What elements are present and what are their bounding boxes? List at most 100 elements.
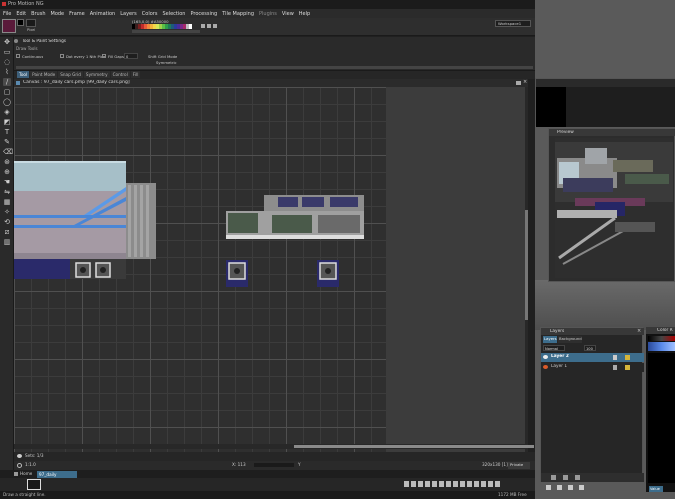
menu-frame[interactable]: Frame [69, 11, 85, 17]
brush-tool-icon[interactable]: ✎ [3, 138, 11, 146]
palette-nav-icon[interactable] [207, 24, 211, 28]
tab-tool[interactable]: Tool [17, 71, 30, 78]
color-window[interactable]: Color R Value [646, 327, 675, 492]
eye-icon[interactable] [543, 365, 548, 369]
layer-lock-icon[interactable] [613, 365, 617, 370]
frame-thumbnail[interactable] [27, 479, 41, 490]
close-icon[interactable]: × [523, 79, 527, 85]
duplicate-layer-icon[interactable] [563, 475, 568, 480]
perspective-tool-icon[interactable]: ⧄ [3, 228, 11, 236]
zoom-tool-icon[interactable]: ⊕ [3, 168, 11, 176]
menu-mode[interactable]: Mode [51, 11, 65, 17]
tab-control[interactable]: Control [110, 71, 130, 78]
dot-every-checkbox[interactable] [60, 54, 64, 58]
select-tool-icon[interactable]: ▭ [3, 48, 11, 56]
tile-tool-icon[interactable]: ▦ [3, 198, 11, 206]
add-layer-icon[interactable] [551, 475, 556, 480]
hand-tool-icon[interactable]: ☚ [3, 178, 11, 186]
playback-button-icon[interactable] [418, 481, 423, 487]
menu-brush[interactable]: Brush [31, 11, 45, 17]
wrap-tool-icon[interactable]: ⟲ [3, 218, 11, 226]
layers-tab-background[interactable]: Background [558, 336, 582, 343]
color-gradient-area[interactable] [648, 353, 675, 483]
preview-titlebar[interactable]: Preview [549, 129, 675, 136]
color-swatch-strip[interactable] [648, 336, 675, 341]
fill-tool-icon[interactable]: ◈ [3, 108, 11, 116]
layers-tab-layers[interactable]: Layers [543, 336, 557, 343]
playback-button-icon[interactable] [411, 481, 416, 487]
pipette-tool-icon[interactable]: ⌇ [3, 68, 11, 76]
playback-button-icon[interactable] [460, 481, 465, 487]
palette-nav-icon[interactable] [201, 24, 205, 28]
move-tool-icon[interactable]: ✥ [3, 38, 11, 46]
palette-nav-icon[interactable] [213, 24, 217, 28]
menu-selection[interactable]: Selection [162, 11, 185, 17]
app-icon[interactable] [568, 485, 573, 490]
home-icon[interactable] [14, 472, 18, 476]
playback-button-icon[interactable] [474, 481, 479, 487]
text-tool-icon[interactable]: T [3, 128, 11, 136]
ellipse-tool-icon[interactable]: ◯ [3, 98, 11, 106]
menu-layers[interactable]: Layers [120, 11, 137, 17]
layers-window[interactable]: Layers × Layers Background Normal 100 La… [540, 327, 644, 482]
document-tab-active[interactable]: 97_daily cars.pmp [37, 471, 77, 484]
fill-gaps-checkbox[interactable] [102, 54, 106, 58]
eraser-tool-icon[interactable]: ⌫ [3, 148, 13, 156]
layer-row[interactable]: Layer 1 [541, 363, 644, 372]
menu-colors[interactable]: Colors [142, 11, 158, 17]
canvas-titlebar[interactable]: Canvas : 97_daily cars.pmp [99_daily car… [14, 79, 528, 87]
tab-fill[interactable]: Fill [130, 71, 141, 78]
background-color-swatch[interactable] [17, 19, 24, 26]
menu-plugins[interactable]: Plugins [259, 11, 277, 17]
menu-view[interactable]: View [282, 11, 294, 17]
playback-button-icon[interactable] [425, 481, 430, 487]
playback-button-icon[interactable] [432, 481, 437, 487]
menu-tile-mapping[interactable]: Tile Mapping [222, 11, 254, 17]
playback-button-icon[interactable] [446, 481, 451, 487]
pattern-tool-icon[interactable]: ▥ [3, 238, 11, 246]
layer-settings-icon[interactable] [625, 365, 630, 370]
gradient-tool-icon[interactable]: ◩ [3, 118, 11, 126]
palette-scroll[interactable] [132, 30, 200, 33]
layer-row[interactable]: Layer 2 [541, 353, 644, 362]
app-icon[interactable] [579, 485, 584, 490]
value-button[interactable]: Value [649, 486, 663, 492]
tab-snap-grid[interactable]: Snap Grid [58, 71, 83, 78]
menu-animation[interactable]: Animation [90, 11, 116, 17]
horizontal-scroll-thumb[interactable] [294, 445, 534, 448]
layers-titlebar[interactable]: Layers × [541, 328, 644, 335]
palette-bar[interactable] [132, 24, 192, 29]
app-icon[interactable] [557, 485, 562, 490]
eye-icon[interactable] [17, 454, 22, 458]
lasso-tool-icon[interactable]: ◌ [3, 58, 11, 66]
tab-symmetry[interactable]: Symmetry [83, 71, 110, 78]
tab-paint-mode[interactable]: Paint Mode [30, 71, 58, 78]
brush-preview[interactable] [26, 19, 36, 27]
stamp-tool-icon[interactable]: ⊛ [3, 158, 11, 166]
folder-icon[interactable] [516, 81, 521, 85]
playback-button-icon[interactable] [481, 481, 486, 487]
zoom-icon[interactable] [17, 463, 22, 468]
app-icon[interactable] [546, 485, 551, 490]
playback-button-icon[interactable] [404, 481, 409, 487]
menu-edit[interactable]: Edit [16, 11, 26, 17]
rectangle-tool-icon[interactable]: ▢ [3, 88, 11, 96]
playback-button-icon[interactable] [488, 481, 493, 487]
delete-layer-icon[interactable] [575, 475, 580, 480]
coord-slider[interactable] [254, 463, 294, 467]
playback-button-icon[interactable] [495, 481, 500, 487]
menu-file[interactable]: File [3, 11, 11, 17]
menu-processing[interactable]: Processing [190, 11, 217, 17]
continuous-checkbox[interactable] [16, 54, 20, 58]
magic-tool-icon[interactable]: ✧ [3, 208, 11, 216]
eye-icon[interactable] [543, 355, 548, 359]
layers-close-icon[interactable]: × [637, 328, 641, 334]
layer-settings-icon[interactable] [625, 355, 630, 360]
home-tab[interactable]: Home [20, 471, 32, 476]
layer-lock-icon[interactable] [613, 355, 617, 360]
preview-window[interactable]: Preview [548, 128, 675, 282]
color-swatch-strip[interactable] [648, 342, 675, 351]
mode-button[interactable]: Private [508, 462, 530, 469]
menu-help[interactable]: Help [299, 11, 310, 17]
blend-mode-select[interactable]: Normal [543, 345, 565, 351]
